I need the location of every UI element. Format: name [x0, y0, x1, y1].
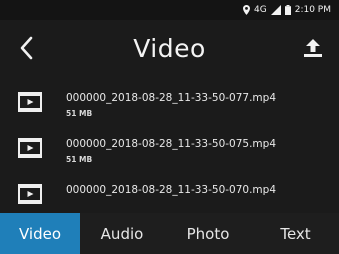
status-indicators: 4G 2:10 PM	[243, 3, 331, 17]
upload-icon	[304, 39, 322, 57]
battery-icon	[284, 5, 291, 15]
location-icon	[243, 5, 251, 15]
video-file-icon	[18, 92, 42, 112]
status-bar: 4G 2:10 PM	[0, 0, 339, 20]
tab-video[interactable]: Video	[0, 213, 80, 254]
list-item[interactable]: 000000_2018-08-28_11-33-50-070.mp4	[0, 174, 339, 212]
file-size: 51 MB	[66, 155, 93, 164]
video-file-icon	[18, 138, 42, 158]
video-file-icon	[18, 184, 42, 204]
file-list: 000000_2018-08-28_11-33-50-077.mp4 51 MB…	[0, 82, 339, 212]
tab-bar: Video Audio Photo Text	[0, 213, 339, 254]
tab-photo[interactable]: Photo	[164, 213, 252, 254]
file-name: 000000_2018-08-28_11-33-50-070.mp4	[66, 184, 277, 196]
list-item[interactable]: 000000_2018-08-28_11-33-50-077.mp4 51 MB	[0, 82, 339, 126]
network-label: 4G	[254, 5, 267, 15]
tab-text[interactable]: Text	[252, 213, 339, 254]
file-size: 51 MB	[66, 109, 93, 118]
page-title: Video	[133, 34, 206, 63]
header: Video	[0, 20, 339, 76]
list-item[interactable]: 000000_2018-08-28_11-33-50-075.mp4 51 MB	[0, 128, 339, 172]
file-name: 000000_2018-08-28_11-33-50-075.mp4	[66, 138, 277, 150]
file-name: 000000_2018-08-28_11-33-50-077.mp4	[66, 92, 277, 104]
upload-button[interactable]	[297, 32, 329, 64]
signal-icon	[270, 5, 281, 15]
clock: 2:10 PM	[294, 5, 331, 15]
tab-audio[interactable]: Audio	[80, 213, 164, 254]
